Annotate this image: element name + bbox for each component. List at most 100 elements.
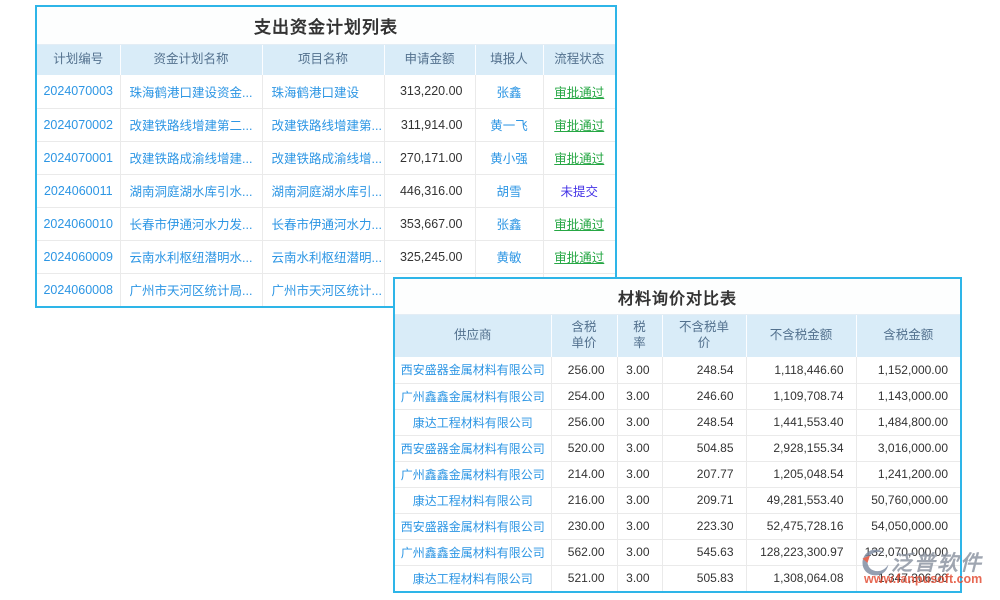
tax-excl-price-value: 248.54 — [662, 409, 746, 435]
request-amount-value: 270,171.00 — [384, 141, 475, 174]
watermark: 泛普软件 www.fanpusoft.com — [860, 547, 983, 586]
table-row: 2024060011湖南洞庭湖水库引水...湖南洞庭湖水库引...446,316… — [37, 174, 615, 207]
tax-incl-price-value: 256.00 — [551, 357, 617, 383]
table-row: 广州鑫鑫金属材料有限公司254.003.00246.601,109,708.74… — [395, 383, 960, 409]
column-header: 流程状态 — [543, 45, 615, 75]
flow-status-link[interactable]: 审批通过 — [543, 108, 615, 141]
tax-incl-price-value: 254.00 — [551, 383, 617, 409]
tax-excl-amount-value: 1,308,064.08 — [746, 565, 856, 591]
table-row: 2024060010长春市伊通河水力发...长春市伊通河水力...353,667… — [37, 207, 615, 240]
request-amount-value: 325,245.00 — [384, 240, 475, 273]
project-name-link[interactable]: 改建铁路线增建第... — [262, 108, 384, 141]
supplier-link[interactable]: 西安盛器金属材料有限公司 — [395, 357, 551, 383]
supplier-link[interactable]: 康达工程材料有限公司 — [395, 565, 551, 591]
column-header: 含税单价 — [551, 315, 617, 357]
tax-incl-amount-value: 1,241,200.00 — [856, 461, 960, 487]
fund-plan-name-link[interactable]: 广州市天河区统计局... — [120, 273, 262, 306]
tax-incl-amount-value: 1,484,800.00 — [856, 409, 960, 435]
fund-plan-name-link[interactable]: 长春市伊通河水力发... — [120, 207, 262, 240]
expenditure-plan-table: 支出资金计划列表 计划编号资金计划名称项目名称申请金额填报人流程状态 20240… — [35, 5, 617, 308]
reporter-link[interactable]: 黄一飞 — [475, 108, 543, 141]
tax-incl-amount-value: 54,050,000.00 — [856, 513, 960, 539]
tax-excl-price-value: 545.63 — [662, 539, 746, 565]
tax-excl-price-value: 223.30 — [662, 513, 746, 539]
tax-incl-price-value: 521.00 — [551, 565, 617, 591]
material-quote-table: 材料询价对比表 供应商含税单价税率不含税单价不含税金额含税金额 西安盛器金属材料… — [393, 277, 962, 593]
supplier-link[interactable]: 西安盛器金属材料有限公司 — [395, 513, 551, 539]
tax-incl-amount-value: 50,760,000.00 — [856, 487, 960, 513]
tax-excl-amount-value: 1,109,708.74 — [746, 383, 856, 409]
column-header: 不含税单价 — [662, 315, 746, 357]
column-header: 计划编号 — [37, 45, 120, 75]
project-name-link[interactable]: 改建铁路成渝线增... — [262, 141, 384, 174]
fund-plan-name-link[interactable]: 云南水利枢纽潜明水... — [120, 240, 262, 273]
supplier-link[interactable]: 康达工程材料有限公司 — [395, 487, 551, 513]
supplier-link[interactable]: 广州鑫鑫金属材料有限公司 — [395, 383, 551, 409]
column-header: 含税金额 — [856, 315, 960, 357]
plan-id-link[interactable]: 2024070001 — [37, 141, 120, 174]
tax-incl-amount-value: 1,152,000.00 — [856, 357, 960, 383]
fund-plan-name-link[interactable]: 改建铁路成渝线增建... — [120, 141, 262, 174]
table-row: 2024060009云南水利枢纽潜明水...云南水利枢纽潜明...325,245… — [37, 240, 615, 273]
quote-table-header-row: 供应商含税单价税率不含税单价不含税金额含税金额 — [395, 315, 960, 357]
request-amount-value: 311,914.00 — [384, 108, 475, 141]
flow-status-link[interactable]: 审批通过 — [543, 141, 615, 174]
flow-status-link[interactable]: 审批通过 — [543, 207, 615, 240]
plan-id-link[interactable]: 2024060010 — [37, 207, 120, 240]
plan-id-link[interactable]: 2024070002 — [37, 108, 120, 141]
supplier-link[interactable]: 西安盛器金属材料有限公司 — [395, 435, 551, 461]
watermark-url-text: www.fanpusoft.com — [864, 572, 983, 586]
column-header: 填报人 — [475, 45, 543, 75]
table-row: 2024070002改建铁路线增建第二...改建铁路线增建第...311,914… — [37, 108, 615, 141]
project-name-link[interactable]: 广州市天河区统计... — [262, 273, 384, 306]
tax-rate-value: 3.00 — [617, 487, 662, 513]
column-header: 项目名称 — [262, 45, 384, 75]
table-row: 广州鑫鑫金属材料有限公司214.003.00207.771,205,048.54… — [395, 461, 960, 487]
reporter-link[interactable]: 黄敏 — [475, 240, 543, 273]
reporter-link[interactable]: 张鑫 — [475, 207, 543, 240]
tax-excl-amount-value: 2,928,155.34 — [746, 435, 856, 461]
plan-id-link[interactable]: 2024060011 — [37, 174, 120, 207]
tax-incl-amount-value: 3,016,000.00 — [856, 435, 960, 461]
tax-incl-price-value: 230.00 — [551, 513, 617, 539]
tax-excl-price-value: 504.85 — [662, 435, 746, 461]
table-row: 2024070001改建铁路成渝线增建...改建铁路成渝线增...270,171… — [37, 141, 615, 174]
request-amount-value: 353,667.00 — [384, 207, 475, 240]
project-name-link[interactable]: 湖南洞庭湖水库引... — [262, 174, 384, 207]
fund-plan-name-link[interactable]: 珠海鹤港口建设资金... — [120, 75, 262, 108]
tax-excl-amount-value: 1,118,446.60 — [746, 357, 856, 383]
tax-excl-price-value: 207.77 — [662, 461, 746, 487]
project-name-link[interactable]: 长春市伊通河水力... — [262, 207, 384, 240]
reporter-link[interactable]: 胡雪 — [475, 174, 543, 207]
flow-status-link[interactable]: 审批通过 — [543, 240, 615, 273]
plan-id-link[interactable]: 2024070003 — [37, 75, 120, 108]
project-name-link[interactable]: 珠海鹤港口建设 — [262, 75, 384, 108]
reporter-link[interactable]: 张鑫 — [475, 75, 543, 108]
tax-incl-amount-value: 1,143,000.00 — [856, 383, 960, 409]
fund-plan-name-link[interactable]: 改建铁路线增建第二... — [120, 108, 262, 141]
flow-status-link[interactable]: 审批通过 — [543, 75, 615, 108]
flow-status-link[interactable]: 未提交 — [543, 174, 615, 207]
supplier-link[interactable]: 康达工程材料有限公司 — [395, 409, 551, 435]
table-row: 西安盛器金属材料有限公司520.003.00504.852,928,155.34… — [395, 435, 960, 461]
tax-rate-value: 3.00 — [617, 565, 662, 591]
plan-id-link[interactable]: 2024060008 — [37, 273, 120, 306]
supplier-link[interactable]: 广州鑫鑫金属材料有限公司 — [395, 539, 551, 565]
tax-rate-value: 3.00 — [617, 461, 662, 487]
tax-excl-amount-value: 49,281,553.40 — [746, 487, 856, 513]
tax-rate-value: 3.00 — [617, 513, 662, 539]
tax-incl-price-value: 562.00 — [551, 539, 617, 565]
tax-rate-value: 3.00 — [617, 435, 662, 461]
table-row: 西安盛器金属材料有限公司256.003.00248.541,118,446.60… — [395, 357, 960, 383]
plan-id-link[interactable]: 2024060009 — [37, 240, 120, 273]
tax-rate-value: 3.00 — [617, 357, 662, 383]
reporter-link[interactable]: 黄小强 — [475, 141, 543, 174]
tax-excl-amount-value: 52,475,728.16 — [746, 513, 856, 539]
plan-table-header-row: 计划编号资金计划名称项目名称申请金额填报人流程状态 — [37, 45, 615, 75]
project-name-link[interactable]: 云南水利枢纽潜明... — [262, 240, 384, 273]
tax-incl-price-value: 520.00 — [551, 435, 617, 461]
tax-excl-price-value: 246.60 — [662, 383, 746, 409]
fund-plan-name-link[interactable]: 湖南洞庭湖水库引水... — [120, 174, 262, 207]
tax-excl-amount-value: 128,223,300.97 — [746, 539, 856, 565]
supplier-link[interactable]: 广州鑫鑫金属材料有限公司 — [395, 461, 551, 487]
